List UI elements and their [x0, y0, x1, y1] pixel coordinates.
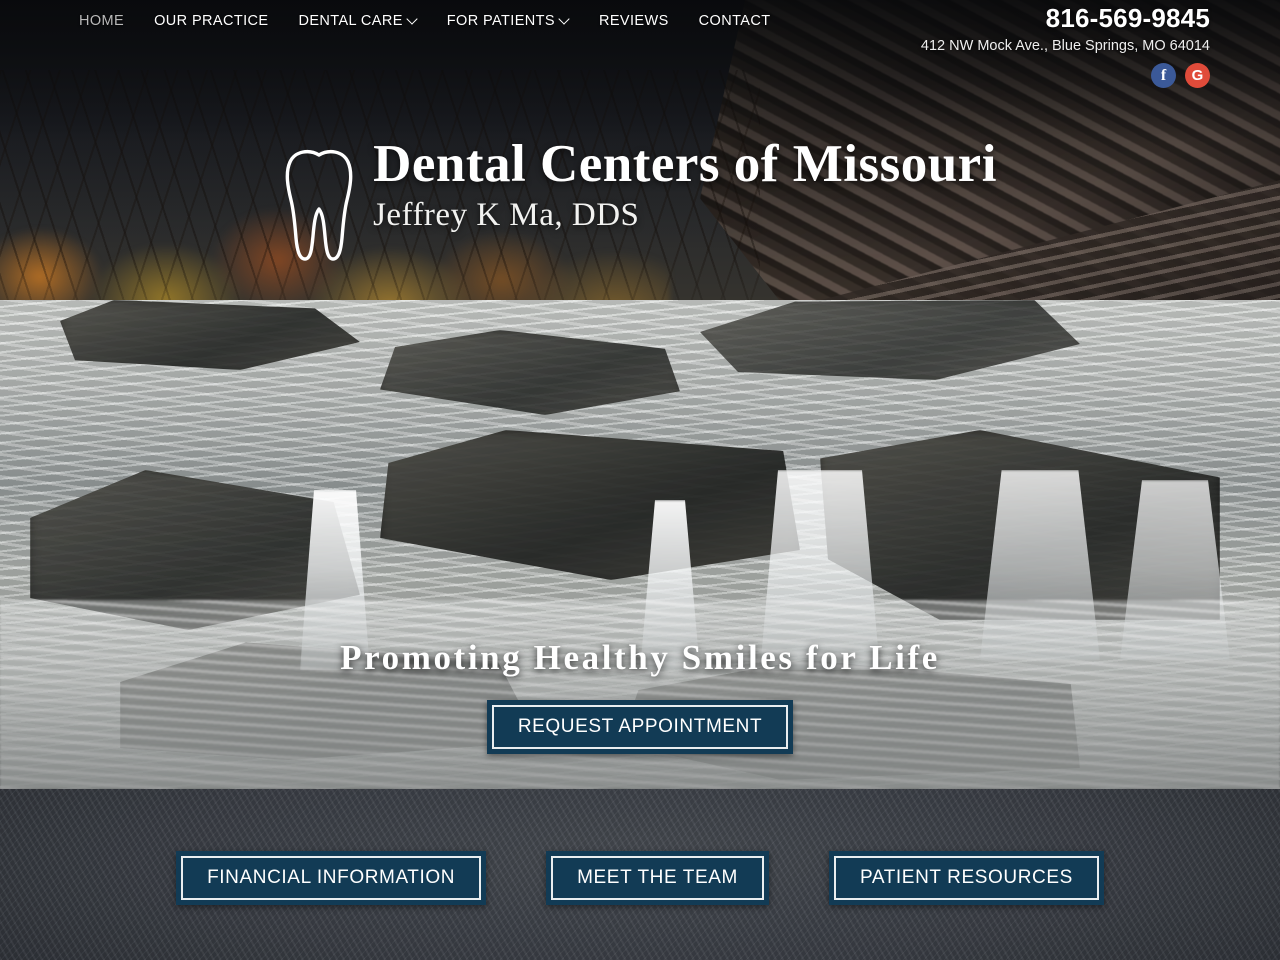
site-logo[interactable]: Dental Centers of Missouri Jeffrey K Ma,…	[0, 138, 1280, 266]
tooth-icon	[285, 149, 353, 261]
homepage: HOME OUR PRACTICE DENTAL CARE FOR PATIEN…	[0, 0, 1280, 960]
financial-information-button[interactable]: FINANCIAL INFORMATION	[176, 851, 487, 905]
request-appointment-button[interactable]: REQUEST APPOINTMENT	[486, 700, 794, 754]
phone-number[interactable]: 816-569-9845	[921, 3, 1210, 33]
logo-text: Dental Centers of Missouri Jeffrey K Ma,…	[373, 138, 997, 236]
nav-item-contact[interactable]: CONTACT	[684, 13, 786, 29]
chevron-down-icon	[560, 15, 569, 24]
practice-name: Dental Centers of Missouri	[373, 135, 997, 193]
meet-the-team-label: MEET THE TEAM	[551, 856, 764, 900]
financial-information-label: FINANCIAL INFORMATION	[181, 856, 482, 900]
nav-item-label: REVIEWS	[598, 13, 669, 29]
quick-links-row: FINANCIAL INFORMATION MEET THE TEAM PATI…	[0, 789, 1280, 960]
patient-resources-button[interactable]: PATIENT RESOURCES	[828, 851, 1104, 905]
nav-item-label: OUR PRACTICE	[154, 13, 269, 29]
meet-the-team-button[interactable]: MEET THE TEAM	[546, 851, 769, 905]
nav-item-label: HOME	[79, 13, 125, 29]
nav-item-reviews[interactable]: REVIEWS	[584, 13, 684, 29]
social-links: f G	[921, 63, 1210, 89]
request-appointment-label: REQUEST APPOINTMENT	[491, 705, 789, 749]
logo-inner: Dental Centers of Missouri Jeffrey K Ma,…	[283, 138, 997, 266]
nav-item-our-practice[interactable]: OUR PRACTICE	[139, 13, 283, 29]
hero-cta-wrapper: REQUEST APPOINTMENT	[0, 700, 1280, 754]
chevron-down-icon	[408, 15, 417, 24]
nav-list: HOME OUR PRACTICE DENTAL CARE FOR PATIEN…	[0, 13, 785, 29]
nav-item-label: FOR PATIENTS	[446, 13, 555, 29]
doctor-name: Jeffrey K Ma, DDS	[373, 197, 640, 233]
patient-resources-label: PATIENT RESOURCES	[833, 856, 1099, 900]
google-icon[interactable]: G	[1185, 63, 1210, 89]
quick-links-bar: FINANCIAL INFORMATION MEET THE TEAM PATI…	[0, 789, 1280, 960]
nav-item-home[interactable]: HOME	[64, 13, 139, 29]
nav-item-label: CONTACT	[698, 13, 771, 29]
nav-item-label: DENTAL CARE	[298, 13, 403, 29]
office-address: 412 NW Mock Ave., Blue Springs, MO 64014	[920, 38, 1210, 55]
nav-item-dental-care[interactable]: DENTAL CARE	[283, 13, 431, 29]
facebook-icon[interactable]: f	[1151, 63, 1176, 89]
nav-item-for-patients[interactable]: FOR PATIENTS	[432, 13, 584, 29]
header-contact-block: 816-569-9845 412 NW Mock Ave., Blue Spri…	[920, 3, 1210, 89]
hero-tagline: Promoting Healthy Smiles for Life	[340, 638, 940, 677]
